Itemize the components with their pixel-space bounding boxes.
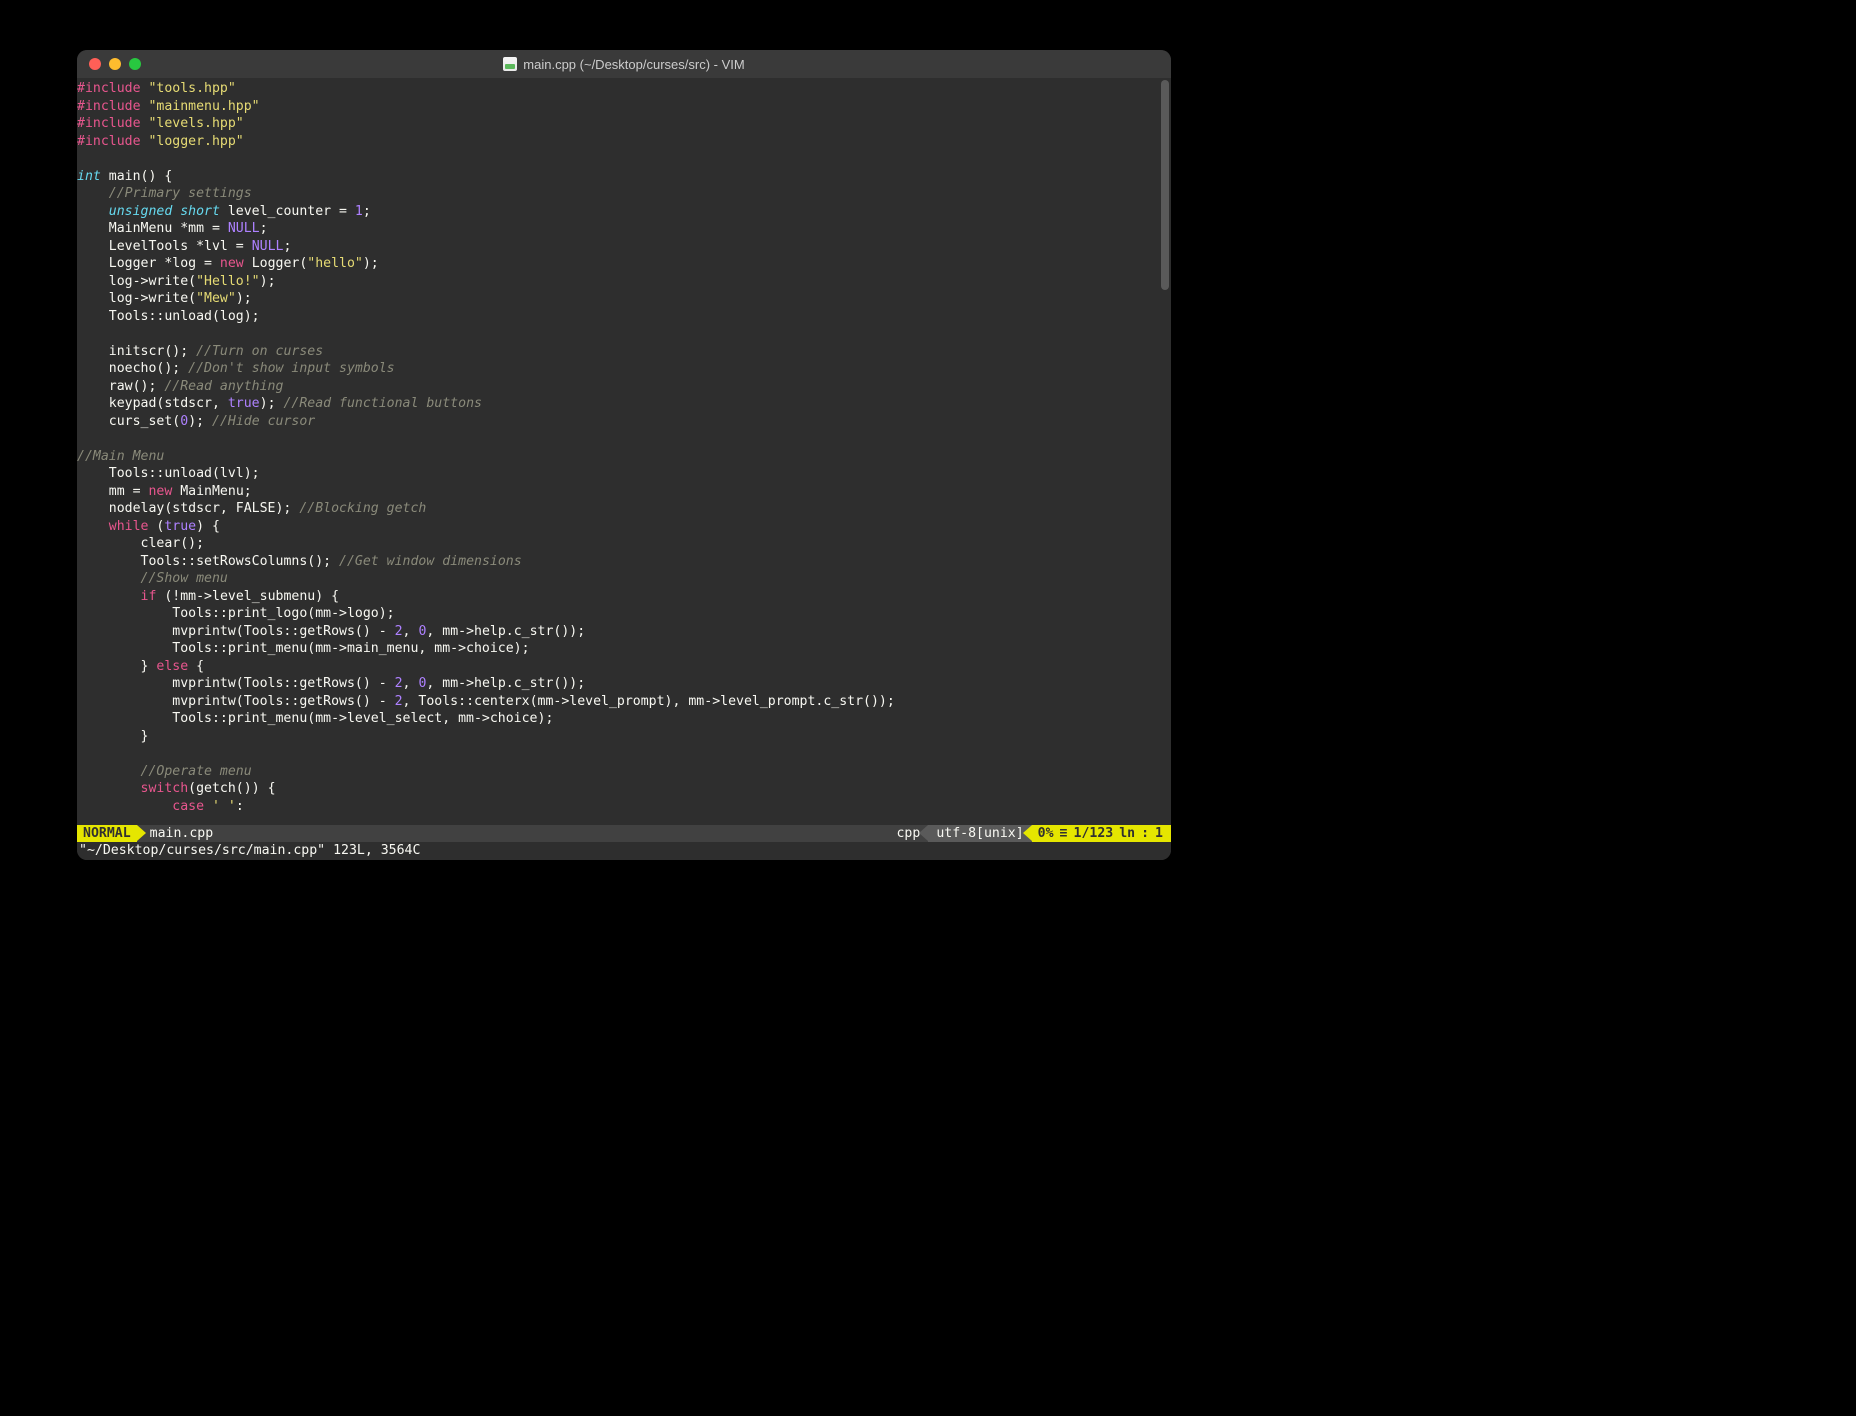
status-line: NORMAL main.cpp cpp utf-8[unix] 0% ≡ 1/1… — [77, 825, 1171, 842]
message-line: "~/Desktop/curses/src/main.cpp" 123L, 35… — [77, 842, 1171, 860]
scrollbar-thumb[interactable] — [1161, 80, 1169, 290]
window-title: main.cpp (~/Desktop/curses/src) - VIM — [77, 57, 1171, 72]
status-filename: main.cpp — [146, 825, 220, 842]
vim-mode: NORMAL — [77, 825, 137, 842]
traffic-lights — [77, 58, 141, 70]
separator-icon — [137, 825, 146, 841]
status-encoding: utf-8[unix] — [928, 825, 1031, 842]
close-icon[interactable] — [89, 58, 101, 70]
status-position: 0% ≡ 1/123 ln : 1 — [1032, 825, 1171, 842]
zoom-icon[interactable] — [129, 58, 141, 70]
editor-area[interactable]: #include "tools.hpp" #include "mainmenu.… — [77, 78, 1171, 860]
terminal-window: main.cpp (~/Desktop/curses/src) - VIM #i… — [77, 50, 1171, 860]
titlebar: main.cpp (~/Desktop/curses/src) - VIM — [77, 50, 1171, 78]
minimize-icon[interactable] — [109, 58, 121, 70]
document-icon — [503, 57, 517, 71]
title-text: main.cpp (~/Desktop/curses/src) - VIM — [523, 57, 744, 72]
percent-icon: ≡ — [1060, 825, 1068, 842]
code-view[interactable]: #include "tools.hpp" #include "mainmenu.… — [77, 78, 1171, 860]
